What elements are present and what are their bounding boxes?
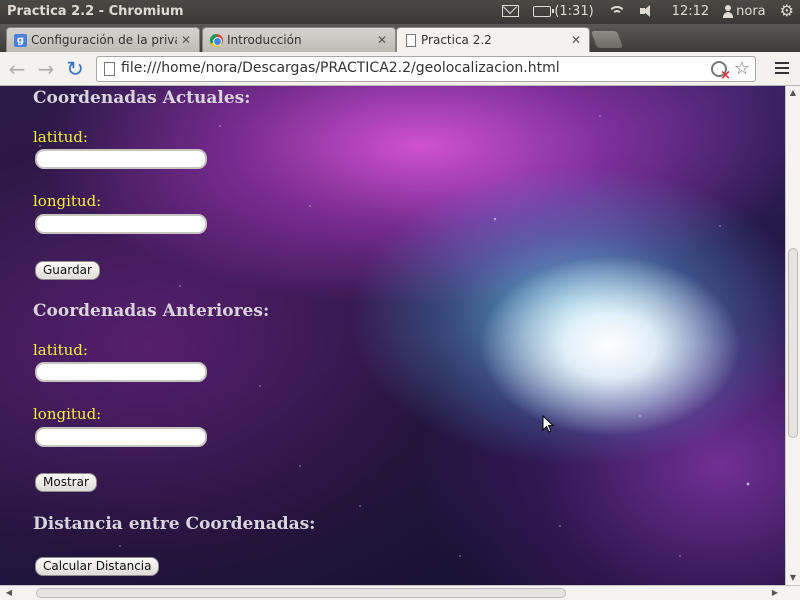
close-icon[interactable]: ✕ [181,33,191,47]
gear-icon[interactable]: ⚙ [780,3,794,19]
back-arrow-icon[interactable]: ← [6,58,28,80]
tab-strip: g Configuración de la privac ✕ Introducc… [0,24,800,52]
tab-label: Configuración de la privac [31,33,177,47]
battery-time: (1:31) [554,3,594,19]
volume-icon[interactable] [639,4,658,18]
close-icon[interactable]: ✕ [377,33,387,47]
save-button[interactable]: Guardar [35,261,100,280]
page-icon [406,34,416,47]
user-name: nora [736,3,766,19]
previous-latitude-input[interactable] [35,362,207,382]
web-viewport: Coordenadas Actuales: latitud: longitud:… [0,86,785,585]
horizontal-scroll-thumb[interactable] [36,588,566,598]
scroll-down-arrow-icon[interactable]: ▼ [786,571,800,585]
google-icon: g [14,34,27,47]
url-text: file:///home/nora/Descargas/PRACTICA2.2/… [121,60,560,76]
system-top-panel: Practica 2.2 - Chromium (1:31) 12:12 nor… [0,0,800,24]
distance-title: Distancia entre Coordenadas: [33,514,316,534]
indicator-area: (1:31) 12:12 nora ⚙ [502,3,794,19]
current-coordinates-title: Coordenadas Actuales: [33,88,251,108]
scroll-right-arrow-icon[interactable]: ▶ [768,586,782,600]
forward-arrow-icon[interactable]: → [35,58,57,80]
current-longitude-label: longitud: [33,192,102,210]
chrome-icon [210,34,223,47]
new-tab-button[interactable] [590,31,624,48]
browser-toolbar: ← → ↻ file:///home/nora/Descargas/PRACTI… [0,52,800,86]
previous-longitude-input[interactable] [35,427,207,447]
previous-coordinates-title: Coordenadas Anteriores: [33,301,270,321]
scroll-up-arrow-icon[interactable]: ▲ [786,86,800,100]
mail-icon[interactable] [502,5,520,17]
wifi-icon[interactable] [607,4,626,18]
show-button[interactable]: Mostrar [35,473,97,492]
current-latitude-input[interactable] [35,149,207,169]
page-icon [104,62,115,76]
previous-longitude-label: longitud: [33,405,102,423]
tab-privacy-settings[interactable]: g Configuración de la privac ✕ [6,27,200,52]
tab-introduccion[interactable]: Introducción ✕ [202,27,396,52]
location-blocked-icon[interactable] [711,61,731,83]
close-icon[interactable]: ✕ [571,33,581,47]
user-menu[interactable]: nora [723,4,766,19]
tab-label: Introducción [227,33,302,47]
address-bar[interactable]: file:///home/nora/Descargas/PRACTICA2.2/… [96,56,756,83]
vertical-scrollbar[interactable]: ▲ ▼ [785,86,800,585]
tab-practica[interactable]: Practica 2.2 ✕ [396,27,590,52]
battery-indicator[interactable]: (1:31) [533,3,594,19]
star-icon[interactable]: ☆ [734,58,750,79]
user-icon [723,4,734,18]
clock[interactable]: 12:12 [672,4,709,19]
vertical-scroll-thumb[interactable] [788,248,798,438]
scroll-left-arrow-icon[interactable]: ◀ [2,586,16,600]
tab-label: Practica 2.2 [421,33,492,47]
menu-icon[interactable] [775,62,789,74]
calculate-distance-button[interactable]: Calcular Distancia [35,557,160,576]
window-title: Practica 2.2 - Chromium [7,4,184,19]
horizontal-scrollbar[interactable]: ◀ ▶ [0,585,800,600]
current-longitude-input[interactable] [35,214,207,234]
battery-icon [533,5,555,17]
current-latitude-label: latitud: [33,128,88,146]
reload-icon[interactable]: ↻ [64,58,86,80]
previous-latitude-label: latitud: [33,341,88,359]
